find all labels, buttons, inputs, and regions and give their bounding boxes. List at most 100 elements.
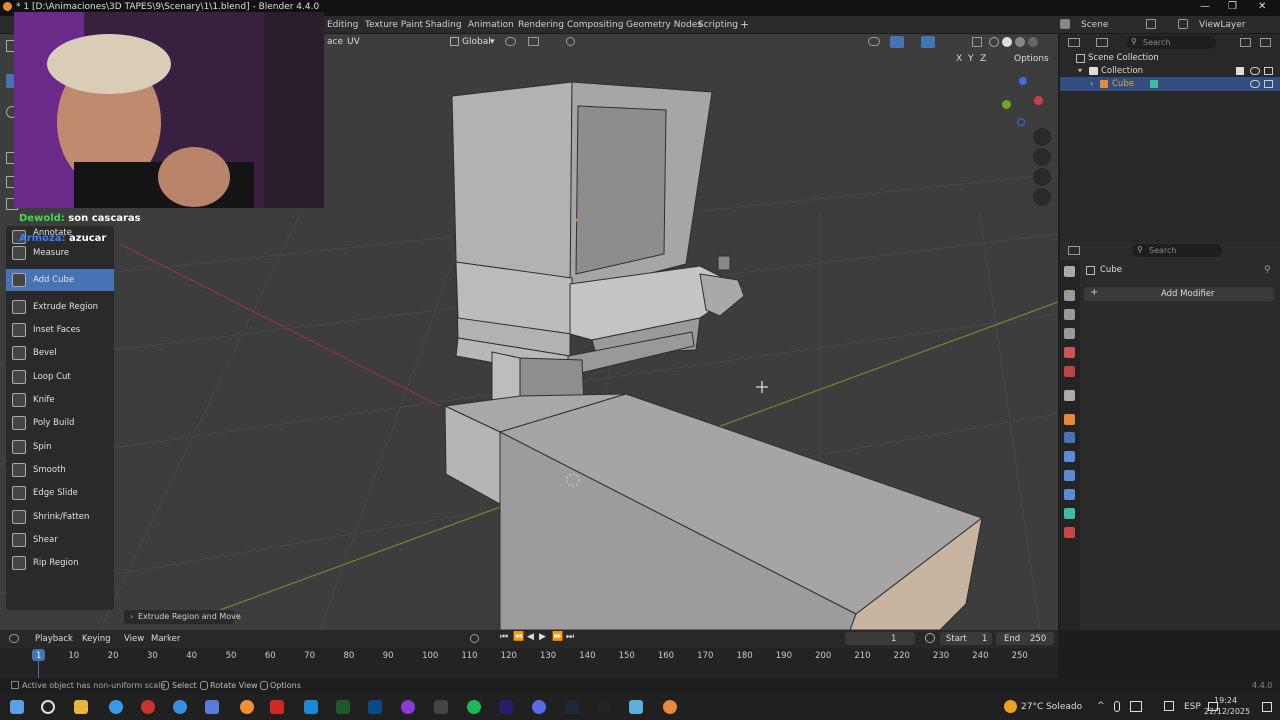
zoom-icon[interactable] — [1033, 128, 1051, 146]
tool-shrink-fatten[interactable]: Shrink/Fatten — [6, 506, 114, 528]
tab-scripting[interactable]: Scripting — [698, 20, 738, 30]
mirror-z-toggle[interactable]: Z — [980, 54, 986, 64]
tool-knife[interactable]: Knife — [6, 389, 114, 411]
mirror-y-toggle[interactable]: Y — [968, 54, 974, 64]
tool-properties-icon[interactable] — [1064, 266, 1075, 277]
tab-animation[interactable]: Animation — [468, 20, 514, 30]
camera-view-icon[interactable] — [1033, 168, 1051, 186]
minimize-icon[interactable]: — — [1200, 1, 1210, 12]
tool-measure[interactable]: Measure — [6, 242, 114, 264]
end-frame-field[interactable]: End 250 — [996, 632, 1054, 645]
rendered-shading-icon[interactable] — [1028, 37, 1038, 47]
start-frame-field[interactable]: Start 1 — [940, 632, 992, 645]
tool-extrude-region[interactable]: Extrude Region — [6, 296, 114, 318]
tool-inset-faces[interactable]: Inset Faces — [6, 319, 114, 341]
tool-smooth[interactable]: Smooth — [6, 459, 114, 481]
cube-eye-icon[interactable] — [1250, 80, 1260, 88]
opera-icon[interactable] — [141, 700, 155, 714]
app-icon-5[interactable] — [401, 700, 415, 714]
play-reverse-icon[interactable]: ◀ — [527, 632, 534, 642]
data-properties-icon[interactable] — [1064, 508, 1075, 519]
photoshop-icon[interactable] — [336, 700, 350, 714]
properties-search-input[interactable]: ⚲ Search — [1132, 244, 1222, 257]
gizmo-x-axis-icon[interactable] — [1034, 96, 1043, 105]
current-frame-field[interactable]: 1 — [845, 632, 915, 645]
view-menu[interactable]: View — [124, 634, 144, 644]
discord-icon[interactable] — [532, 700, 546, 714]
viewlayer-selector[interactable]: ViewLayer — [1199, 20, 1245, 30]
outliner-row-cube[interactable]: › Cube — [1060, 77, 1280, 91]
collection-properties-icon[interactable] — [1064, 390, 1075, 401]
scene-selector[interactable]: Scene — [1081, 20, 1108, 30]
visibility-icon[interactable] — [868, 37, 880, 46]
keying-menu[interactable]: Keying — [82, 634, 111, 644]
microphone-icon[interactable] — [1114, 701, 1120, 712]
collapse-arrow-icon[interactable]: ▾ — [1078, 66, 1082, 75]
edge-icon[interactable] — [173, 700, 187, 714]
wireframe-shading-icon[interactable] — [989, 37, 999, 47]
cube-camera-icon[interactable] — [1264, 80, 1273, 88]
tab-compositing[interactable]: Compositing — [567, 20, 623, 30]
chrome-icon[interactable] — [109, 700, 123, 714]
tray-app-icon[interactable] — [1130, 701, 1142, 712]
filter-icon[interactable] — [1240, 38, 1251, 47]
snap-icon[interactable] — [528, 37, 539, 46]
new-scene-icon[interactable] — [1146, 19, 1156, 29]
last-operator-panel[interactable]: › Extrude Region and Move — [124, 610, 241, 624]
arcade-mesh[interactable] — [443, 81, 984, 630]
language-indicator[interactable]: ESP — [1184, 702, 1201, 712]
perspective-grid-icon[interactable] — [1033, 188, 1051, 206]
transform-orientation-select[interactable]: Global — [462, 37, 491, 47]
world-properties-icon[interactable] — [1064, 366, 1075, 377]
auto-key-icon[interactable] — [470, 634, 479, 643]
tool-poly-build[interactable]: Poly Build — [6, 412, 114, 434]
new-collection-icon[interactable] — [1260, 38, 1271, 47]
face-select-mode[interactable]: ace — [327, 37, 343, 47]
maximize-icon[interactable]: ❐ — [1228, 1, 1237, 12]
add-workspace-icon[interactable]: + — [740, 18, 749, 31]
collection-camera-icon[interactable] — [1264, 67, 1273, 75]
windows-start-icon[interactable] — [10, 700, 24, 714]
tab-geometry-nodes[interactable]: Geometry Nodes — [626, 20, 702, 30]
clock-time[interactable]: 19:24 — [1214, 696, 1237, 705]
pen-icon[interactable] — [1164, 701, 1174, 711]
after-effects-icon[interactable] — [499, 700, 513, 714]
tool-loop-cut[interactable]: Loop Cut — [6, 366, 114, 388]
add-modifier-button[interactable]: + Add Modifier — [1084, 287, 1274, 301]
app-icon-4[interactable] — [304, 700, 318, 714]
collection-label[interactable]: Collection — [1101, 66, 1143, 76]
jump-start-icon[interactable]: ⏮ — [500, 632, 508, 642]
object-properties-icon[interactable] — [1064, 414, 1075, 425]
uv-menu[interactable]: UV — [347, 37, 360, 47]
solid-shading-icon[interactable] — [1002, 37, 1012, 47]
notifications-icon[interactable] — [1262, 702, 1272, 712]
app-icon-1[interactable] — [205, 700, 219, 714]
app-icon-2[interactable] — [240, 700, 254, 714]
vscode-icon[interactable] — [368, 700, 382, 714]
weather-label[interactable]: 27°C Soleado — [1021, 702, 1082, 712]
tool-rip-region[interactable]: Rip Region — [6, 552, 114, 574]
overlay-toggle-icon[interactable] — [921, 36, 935, 48]
spotify-icon[interactable] — [467, 700, 481, 714]
collection-eye-icon[interactable] — [1250, 67, 1260, 75]
constraints-properties-icon[interactable] — [1064, 489, 1075, 500]
jump-end-icon[interactable]: ⏭ — [566, 632, 574, 642]
tab-editing[interactable]: Editing — [327, 20, 358, 30]
output-properties-icon[interactable] — [1064, 309, 1075, 320]
scene-collection-label[interactable]: Scene Collection — [1088, 53, 1159, 63]
clock-date[interactable]: 22/12/2025 — [1204, 707, 1250, 716]
outliner-editor-icon[interactable] — [1068, 38, 1080, 47]
obs-icon[interactable] — [597, 700, 611, 714]
tool-spin[interactable]: Spin — [6, 436, 114, 458]
app-icon-7[interactable] — [629, 700, 643, 714]
app-icon-3[interactable] — [270, 700, 284, 714]
blender-taskbar-icon[interactable] — [663, 700, 677, 714]
tab-rendering[interactable]: Rendering — [518, 20, 564, 30]
view-layer-properties-icon[interactable] — [1064, 328, 1075, 339]
gizmo-z-axis-icon[interactable] — [1019, 77, 1027, 85]
chevron-down-icon[interactable]: ▾ — [490, 37, 495, 47]
material-shading-icon[interactable] — [1015, 37, 1025, 47]
options-dropdown[interactable]: Options — [1014, 54, 1049, 64]
xray-icon[interactable] — [972, 37, 982, 47]
outliner-search-input[interactable]: ⚲ Search — [1126, 36, 1216, 49]
